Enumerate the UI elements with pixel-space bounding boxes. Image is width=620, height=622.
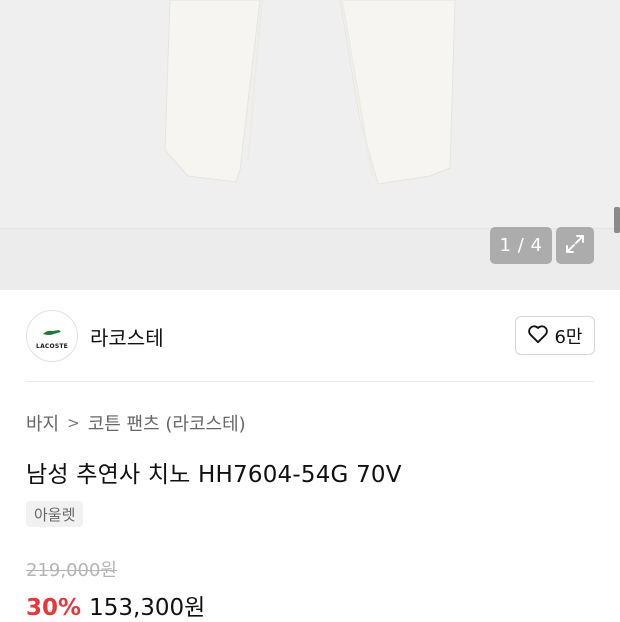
brand-logo[interactable]: LACOSTE bbox=[26, 310, 78, 362]
breadcrumb-item-subcategory[interactable]: 코튼 팬츠 (라코스테) bbox=[88, 410, 246, 436]
discount-rate: 30% bbox=[26, 595, 82, 621]
brand-row: LACOSTE 라코스테 6만 bbox=[0, 290, 620, 380]
expand-icon bbox=[564, 233, 586, 259]
crocodile-icon bbox=[42, 322, 62, 341]
product-title: 남성 추연사 치노 HH7604-54G 70V bbox=[26, 462, 402, 488]
scrollbar-thumb[interactable] bbox=[614, 207, 620, 233]
sale-price: 153,300원 bbox=[89, 595, 206, 621]
expand-image-button[interactable] bbox=[556, 227, 594, 264]
original-price: 219,000원 bbox=[26, 560, 117, 581]
breadcrumb: 바지 > 코튼 팬츠 (라코스테) bbox=[26, 410, 246, 436]
breadcrumb-item-category[interactable]: 바지 bbox=[26, 410, 59, 436]
heart-icon bbox=[527, 324, 549, 348]
like-count: 6만 bbox=[554, 326, 583, 348]
price-row: 30% 153,300원 bbox=[26, 588, 205, 622]
brand-name[interactable]: 라코스테 bbox=[90, 322, 164, 351]
like-button[interactable]: 6만 bbox=[515, 316, 595, 355]
brand-logo-text: LACOSTE bbox=[36, 343, 68, 350]
outlet-badge: 아울렛 bbox=[26, 501, 84, 527]
image-page-counter: 1 / 4 bbox=[490, 227, 552, 264]
product-image-gallery[interactable]: 1 / 4 bbox=[0, 0, 620, 290]
divider bbox=[26, 381, 594, 382]
chevron-right-icon: > bbox=[67, 414, 80, 432]
